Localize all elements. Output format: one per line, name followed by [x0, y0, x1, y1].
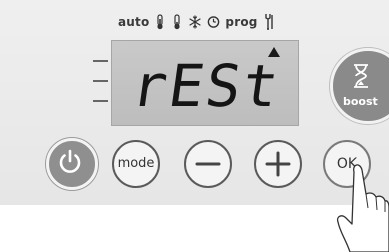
power-button[interactable] [46, 138, 98, 190]
wrench-icon [264, 14, 273, 30]
power-icon [59, 149, 81, 173]
level-indicator [93, 60, 109, 112]
plus-icon [265, 151, 291, 177]
plus-button[interactable] [254, 140, 302, 188]
display-text: rESt [127, 52, 285, 120]
minus-icon [195, 162, 221, 166]
snowflake-icon [189, 15, 202, 29]
level-bar [93, 80, 108, 82]
boost-button[interactable]: boost [330, 48, 389, 124]
thermostat-panel: auto prog rESt boost mode OK [0, 0, 389, 205]
level-bar [93, 100, 108, 102]
thermometer-eco-icon [174, 14, 181, 30]
thermometer-comfort-icon [157, 14, 164, 30]
prog-label: prog [225, 15, 258, 29]
mode-indicators: auto prog [118, 12, 275, 32]
level-bar [93, 60, 108, 62]
hourglass-icon [354, 64, 368, 88]
auto-label: auto [118, 15, 150, 29]
boost-label: boost [343, 95, 378, 108]
minus-button[interactable] [184, 140, 232, 188]
mode-button[interactable]: mode [112, 140, 160, 188]
clock-icon [208, 16, 220, 28]
finger-pointer-icon [336, 164, 389, 252]
lcd-display: rESt [111, 40, 299, 126]
mode-button-label: mode [117, 156, 155, 171]
